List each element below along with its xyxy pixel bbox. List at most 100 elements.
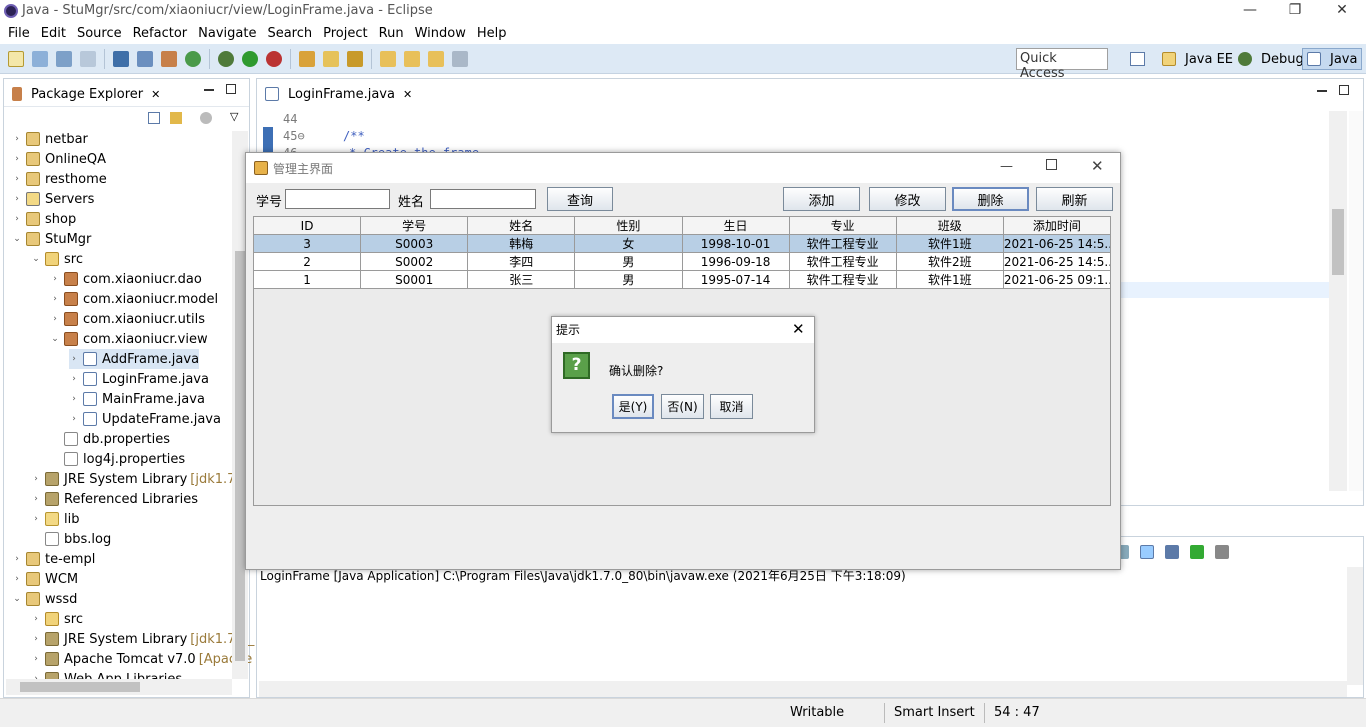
tree-item[interactable]: › JRE System Library [jdk1.7.0_ [31, 629, 254, 649]
expand-toggle-icon[interactable]: › [31, 474, 41, 484]
column-header[interactable]: 班级 [895, 216, 1004, 235]
debug-icon[interactable] [218, 50, 234, 67]
menu-edit[interactable]: Edit [41, 26, 66, 41]
tree-item[interactable]: › src [31, 609, 83, 629]
new-dropdown-icon[interactable] [32, 50, 48, 67]
tree-item[interactable]: › UpdateFrame.java [69, 409, 221, 429]
skip-breakpoints-icon[interactable] [137, 50, 153, 67]
open-console-icon[interactable] [1165, 545, 1179, 559]
tree-item[interactable]: db.properties [50, 429, 170, 449]
expand-toggle-icon[interactable]: › [69, 354, 79, 364]
tree-item[interactable]: › Servers [12, 189, 94, 209]
pin-console-icon[interactable] [1140, 545, 1154, 559]
frame-minimize-button[interactable]: — [1000, 159, 1013, 174]
tree-item[interactable]: › WCM [12, 569, 78, 589]
save-icon[interactable] [56, 50, 72, 67]
cancel-button[interactable]: 取消 [710, 394, 753, 419]
editor-minimize-icon[interactable] [1317, 90, 1327, 92]
tree-item[interactable]: › AddFrame.java [69, 349, 200, 369]
open-perspective-icon[interactable] [1130, 52, 1145, 66]
new-console-icon[interactable] [1190, 545, 1204, 559]
next-edit-icon[interactable] [404, 50, 420, 67]
open-folder-icon[interactable] [323, 50, 339, 67]
menu-window[interactable]: Window [415, 26, 466, 41]
run-external-icon[interactable] [266, 50, 282, 67]
dialog-close-button[interactable]: ✕ [792, 320, 805, 338]
tree-item[interactable]: › lib [31, 509, 79, 529]
console-horizontal-scrollbar[interactable] [259, 681, 1347, 697]
column-header[interactable]: 学号 [360, 216, 469, 235]
tree-item[interactable]: › JRE System Library [jdk1.7.0_ [31, 469, 254, 489]
expand-toggle-icon[interactable]: › [69, 394, 79, 404]
view-menu-icon[interactable]: ▽ [230, 110, 238, 123]
console-vertical-scrollbar[interactable] [1347, 567, 1363, 685]
column-header[interactable]: 专业 [788, 216, 897, 235]
menu-refactor[interactable]: Refactor [133, 26, 188, 41]
table-row[interactable]: 2 S0002 李四 男 1996-09-18 软件工程专业 软件2班 2021… [252, 252, 1112, 271]
menu-project[interactable]: Project [323, 26, 367, 41]
editor-maximize-icon[interactable] [1339, 85, 1349, 95]
tree-item[interactable]: ⌄ StuMgr [12, 229, 91, 249]
link-editor-icon[interactable] [170, 112, 182, 124]
save-all-icon[interactable] [80, 50, 96, 67]
column-header[interactable]: 生日 [681, 216, 790, 235]
menu-navigate[interactable]: Navigate [198, 26, 256, 41]
expand-toggle-icon[interactable]: › [50, 314, 60, 324]
expand-toggle-icon[interactable]: › [31, 514, 41, 524]
refresh-button[interactable]: 刷新 [1036, 187, 1113, 211]
tree-item[interactable]: › com.xiaoniucr.dao [50, 269, 202, 289]
expand-toggle-icon[interactable]: › [31, 614, 41, 624]
edit-button[interactable]: 修改 [869, 187, 946, 211]
new-icon[interactable] [8, 50, 24, 67]
filter-icon[interactable] [200, 112, 212, 124]
expand-toggle-icon[interactable]: › [50, 274, 60, 284]
expand-toggle-icon[interactable]: › [12, 174, 22, 184]
tree-item[interactable]: ⌄ com.xiaoniucr.view [50, 329, 207, 349]
close-tab-icon[interactable]: ✕ [151, 88, 160, 101]
expand-toggle-icon[interactable]: › [69, 414, 79, 424]
menu-source[interactable]: Source [77, 26, 122, 41]
expand-toggle-icon[interactable]: › [12, 134, 22, 144]
expand-toggle-icon[interactable]: › [12, 214, 22, 224]
expand-toggle-icon[interactable]: › [31, 634, 41, 644]
query-button[interactable]: 查询 [547, 187, 613, 211]
forward-icon[interactable] [452, 50, 468, 67]
tree-item[interactable]: › OnlineQA [12, 149, 106, 169]
table-row[interactable]: 3 S0003 韩梅 女 1998-10-01 软件工程专业 软件1班 2021… [252, 234, 1112, 253]
tree-item[interactable]: ⌄ src [31, 249, 83, 269]
perspective-debug[interactable]: Debug [1234, 48, 1308, 70]
expand-toggle-icon[interactable]: ⌄ [31, 254, 41, 264]
quick-access-input[interactable]: Quick Access [1016, 48, 1108, 81]
tree-item[interactable]: log4j.properties [50, 449, 185, 469]
perspective-java[interactable]: Java [1302, 48, 1363, 70]
terminal-icon[interactable] [113, 50, 129, 67]
tree-item[interactable]: › com.xiaoniucr.utils [50, 309, 205, 329]
tree-item[interactable]: › Referenced Libraries [31, 489, 198, 509]
collapse-all-icon[interactable] [148, 112, 160, 124]
column-header[interactable]: ID [252, 216, 362, 235]
table-row[interactable]: 1 S0001 张三 男 1995-07-14 软件工程专业 软件1班 2021… [252, 270, 1112, 289]
frame-close-button[interactable]: ✕ [1091, 157, 1104, 175]
expand-toggle-icon[interactable]: ⌄ [12, 594, 22, 604]
frame-maximize-button[interactable] [1046, 159, 1057, 170]
menu-file[interactable]: File [8, 26, 30, 41]
tree-item[interactable]: › te-empl [12, 549, 95, 569]
explorer-horizontal-scrollbar[interactable] [6, 679, 232, 695]
tree-item[interactable]: bbs.log [31, 529, 111, 549]
run-icon[interactable] [242, 50, 258, 67]
tree-item[interactable]: › com.xiaoniucr.model [50, 289, 218, 309]
editor-tab-loginframe[interactable]: LoginFrame.java ✕ [259, 82, 419, 106]
expand-toggle-icon[interactable]: › [12, 554, 22, 564]
expand-toggle-icon[interactable]: ⌄ [12, 234, 22, 244]
console-view-menu-icon[interactable] [1215, 545, 1229, 559]
editor-vertical-scrollbar[interactable] [1329, 111, 1347, 491]
menu-run[interactable]: Run [379, 26, 404, 41]
tree-item[interactable]: › resthome [12, 169, 107, 189]
maximize-view-icon[interactable] [226, 84, 236, 94]
column-header[interactable]: 性别 [574, 216, 683, 235]
package-explorer-tab[interactable]: Package Explorer ✕ [6, 82, 166, 106]
expand-toggle-icon[interactable]: › [50, 294, 60, 304]
menu-search[interactable]: Search [267, 26, 312, 41]
minimize-button[interactable]: — [1235, 2, 1265, 20]
column-header[interactable]: 添加时间 [1002, 216, 1112, 235]
